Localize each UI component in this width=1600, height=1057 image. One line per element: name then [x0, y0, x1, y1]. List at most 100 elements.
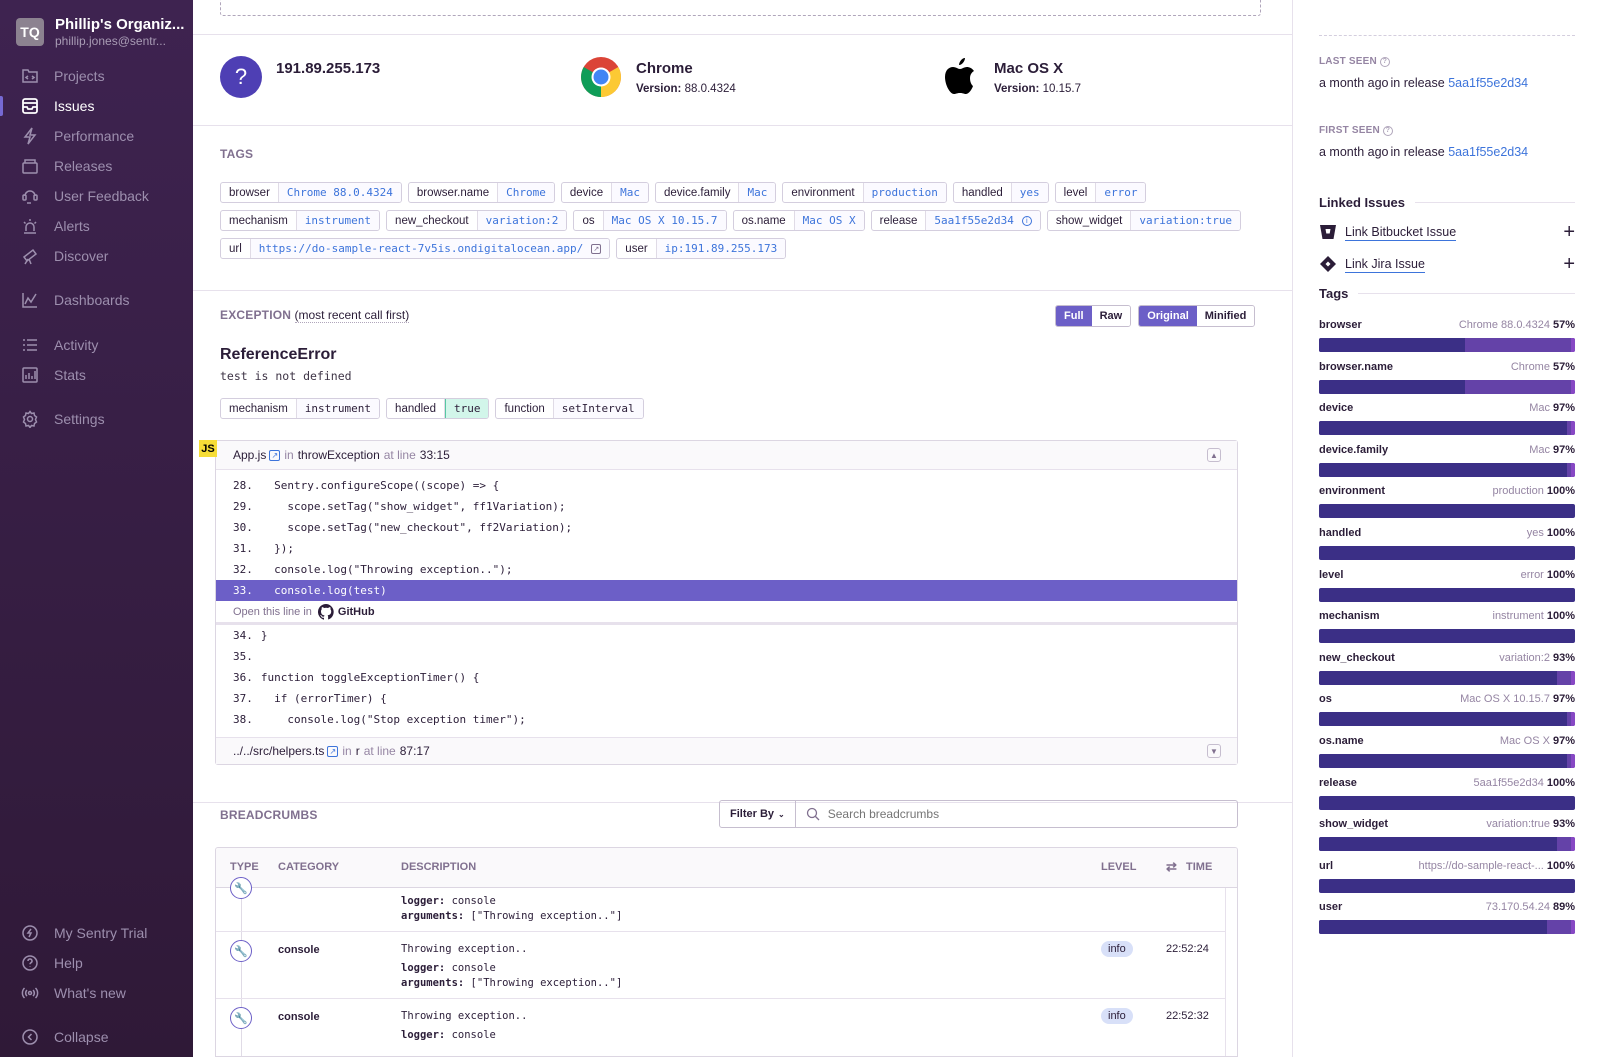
- tag-value[interactable]: ip:191.89.255.173: [656, 239, 786, 258]
- tag-bar[interactable]: [1319, 338, 1575, 352]
- tag-distribution-item[interactable]: show_widget variation:true 93%: [1319, 818, 1575, 852]
- chevron-down-icon[interactable]: ▼: [1207, 744, 1221, 758]
- tag-pill[interactable]: new_checkout variation:2: [386, 210, 568, 231]
- tag-bar[interactable]: [1319, 712, 1575, 727]
- tag-distribution-item[interactable]: release 5aa1f55e2d34 100%: [1319, 777, 1575, 810]
- tag-pill[interactable]: mechanism instrument: [220, 210, 381, 231]
- help-icon[interactable]: ?: [1382, 126, 1393, 136]
- tag-value[interactable]: yes: [1011, 183, 1048, 202]
- tag-bar[interactable]: [1319, 670, 1575, 685]
- sidebar-item-whats-new[interactable]: What's new: [0, 978, 193, 1008]
- org-switcher[interactable]: TQ Phillip's Organiz... phillip.jones@se…: [16, 16, 184, 48]
- tag-value[interactable]: Chrome: [498, 183, 554, 202]
- tag-bar[interactable]: [1319, 920, 1575, 935]
- tag-distribution-item[interactable]: device Mac 97%: [1319, 402, 1575, 436]
- tag-bar[interactable]: [1319, 421, 1575, 436]
- col-time[interactable]: TIME: [1186, 861, 1212, 873]
- external-link-icon[interactable]: ↗: [327, 745, 339, 757]
- tag-bar[interactable]: [1319, 795, 1575, 810]
- tag-pill[interactable]: browser.name Chrome: [407, 182, 555, 203]
- sidebar-item-alerts[interactable]: Alerts: [0, 211, 193, 241]
- help-icon[interactable]: ?: [1379, 57, 1390, 67]
- chevron-up-icon[interactable]: ▲: [1207, 448, 1221, 462]
- breadcrumb-row[interactable]: 🔧 console Throwing exception.. logger: c…: [216, 999, 1226, 1056]
- sidebar-item-help[interactable]: Help: [0, 948, 193, 978]
- sidebar-item-stats[interactable]: Stats: [0, 360, 193, 390]
- tag-pill[interactable]: level error: [1054, 182, 1147, 203]
- sidebar-item-trial[interactable]: My Sentry Trial: [0, 918, 193, 948]
- tag-value[interactable]: Mac: [612, 183, 648, 202]
- tag-value[interactable]: Mac OS X 10.15.7: [603, 211, 726, 230]
- sidebar-item-collapse[interactable]: Collapse: [0, 1022, 193, 1052]
- tag-bar[interactable]: [1319, 587, 1575, 602]
- tag-pill[interactable]: url https://do-sample-react-7v5is.ondigit…: [220, 238, 611, 259]
- tag-bar[interactable]: [1319, 629, 1575, 644]
- tag-value[interactable]: variation:2: [477, 211, 567, 230]
- tag-bar[interactable]: [1319, 837, 1575, 852]
- tag-distribution-item[interactable]: device.family Mac 97%: [1319, 444, 1575, 477]
- sidebar-item-issues[interactable]: Issues: [0, 91, 193, 121]
- tag-value[interactable]: Chrome 88.0.4324: [278, 183, 401, 202]
- tag-value[interactable]: Mac OS X: [794, 211, 864, 230]
- info-icon[interactable]: i: [1021, 215, 1032, 226]
- tag-pill[interactable]: device.family Mac: [654, 182, 777, 203]
- tag-distribution-item[interactable]: os.name Mac OS X 97%: [1319, 735, 1575, 768]
- open-in-github[interactable]: Open this line in GitHub: [216, 601, 1237, 625]
- tag-value[interactable]: 5aa1f55e2d34 i: [926, 211, 1040, 230]
- tag-distribution-item[interactable]: environment production 100%: [1319, 485, 1575, 519]
- tag-distribution-item[interactable]: os Mac OS X 10.15.7 97%: [1319, 693, 1575, 727]
- tag-pill[interactable]: os.name Mac OS X: [732, 210, 865, 231]
- tag-bar[interactable]: [1319, 462, 1575, 477]
- breadcrumb-row[interactable]: 🔧 logger: console arguments: ["Throwing …: [216, 877, 1226, 932]
- raw-button[interactable]: Raw: [1091, 306, 1131, 326]
- breadcrumbs-scrollbar[interactable]: [1225, 888, 1237, 1056]
- external-link-icon[interactable]: ↗: [269, 449, 281, 461]
- tag-distribution-item[interactable]: mechanism instrument 100%: [1319, 610, 1575, 644]
- tag-value[interactable]: variation:true: [1131, 211, 1241, 230]
- tag-pill[interactable]: user ip:191.89.255.173: [616, 238, 787, 259]
- minified-button[interactable]: Minified: [1196, 306, 1255, 326]
- tag-bar[interactable]: [1319, 754, 1575, 768]
- tag-distribution-item[interactable]: user 73.170.54.24 89%: [1319, 901, 1575, 935]
- sidebar-item-performance[interactable]: Performance: [0, 121, 193, 151]
- tag-pill[interactable]: browser Chrome 88.0.4324: [220, 182, 402, 203]
- plus-icon[interactable]: +: [1563, 221, 1575, 244]
- search-breadcrumbs-input[interactable]: [827, 807, 1237, 821]
- sidebar-item-discover[interactable]: Discover: [0, 241, 193, 271]
- github-link[interactable]: GitHub: [338, 606, 375, 618]
- sidebar-item-user-feedback[interactable]: User Feedback: [0, 181, 193, 211]
- sort-swap-icon[interactable]: ⇄: [1166, 859, 1177, 875]
- link-jira-issue[interactable]: Link Jira Issue +: [1319, 252, 1575, 276]
- first-seen-release-link[interactable]: 5aa1f55e2d34: [1448, 145, 1528, 159]
- tag-distribution-item[interactable]: new_checkout variation:2 93%: [1319, 652, 1575, 685]
- tag-bar[interactable]: [1319, 878, 1575, 893]
- tag-value[interactable]: error: [1096, 183, 1146, 202]
- tag-pill[interactable]: handled yes: [952, 182, 1049, 203]
- frame-header[interactable]: App.js ↗ in throwException at line 33:15…: [216, 441, 1237, 470]
- last-seen-release-link[interactable]: 5aa1f55e2d34: [1448, 76, 1528, 90]
- tag-value[interactable]: Mac: [739, 183, 776, 202]
- tag-pill[interactable]: environment production: [782, 182, 947, 203]
- tag-bar[interactable]: [1319, 504, 1575, 519]
- tag-distribution-item[interactable]: handled yes 100%: [1319, 527, 1575, 560]
- sidebar-item-activity[interactable]: Activity: [0, 330, 193, 360]
- link-bitbucket-issue[interactable]: Link Bitbucket Issue +: [1319, 220, 1575, 244]
- tag-distribution-item[interactable]: browser Chrome 88.0.4324 57%: [1319, 319, 1575, 352]
- tag-bar[interactable]: [1319, 546, 1575, 560]
- sidebar-item-settings[interactable]: Settings: [0, 404, 193, 434]
- original-button[interactable]: Original: [1139, 306, 1197, 326]
- filter-by-dropdown[interactable]: Filter By ⌄: [720, 801, 796, 827]
- tag-distribution-item[interactable]: url https://do-sample-react-... 100%: [1319, 860, 1575, 893]
- tag-distribution-item[interactable]: level error 100%: [1319, 569, 1575, 602]
- tag-value[interactable]: https://do-sample-react-7v5is.ondigitalo…: [250, 239, 610, 258]
- tag-pill[interactable]: device Mac: [560, 182, 649, 203]
- tag-bar[interactable]: [1319, 379, 1575, 394]
- external-link-icon[interactable]: ↗: [591, 243, 602, 254]
- tag-pill[interactable]: os Mac OS X 10.15.7: [573, 210, 727, 231]
- breadcrumb-row[interactable]: 🔧 console Throwing exception.. logger: c…: [216, 932, 1226, 999]
- sidebar-item-dashboards[interactable]: Dashboards: [0, 285, 193, 315]
- full-button[interactable]: Full: [1056, 306, 1092, 326]
- order-note[interactable]: (most recent call first): [294, 308, 410, 323]
- sidebar-item-releases[interactable]: Releases: [0, 151, 193, 181]
- tag-value[interactable]: instrument: [296, 211, 380, 230]
